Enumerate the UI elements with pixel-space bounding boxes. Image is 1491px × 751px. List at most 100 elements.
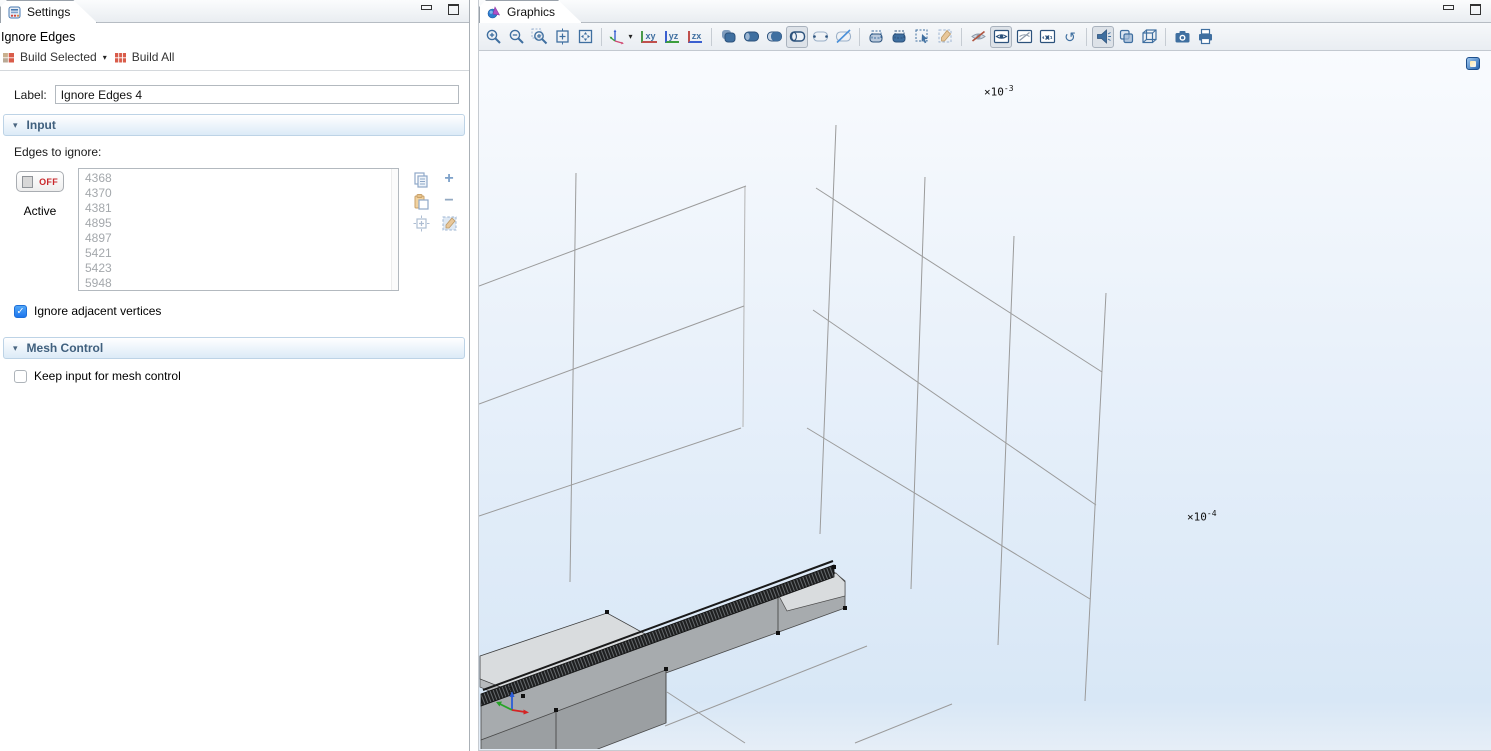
select-domain-button[interactable]: [740, 26, 762, 48]
wireframe-rendering-button[interactable]: [1138, 26, 1160, 48]
graphics-tabbar: Graphics: [479, 0, 1491, 23]
copy-selection-icon[interactable]: [413, 171, 430, 188]
minimize-button[interactable]: [1443, 4, 1456, 15]
ignore-adjacent-label: Ignore adjacent vertices: [34, 304, 161, 318]
toggle-knob: [22, 176, 33, 188]
build-selected-label: Build Selected: [20, 50, 97, 64]
keep-input-checkbox[interactable]: ✓: [14, 370, 27, 383]
zoom-selected-icon: [554, 28, 571, 45]
camera-icon: [1174, 28, 1191, 45]
view-hidden-button[interactable]: [1013, 26, 1035, 48]
label-caption: Label:: [14, 88, 47, 102]
graphics-canvas[interactable]: z ×10-3 ×10-4: [479, 51, 1491, 751]
maximize-button[interactable]: [448, 4, 461, 15]
edge-list-scrollbar[interactable]: [391, 169, 398, 290]
edge-list-item[interactable]: 4381: [85, 201, 398, 216]
printer-icon: [1197, 28, 1214, 45]
active-toggle[interactable]: OFF: [16, 171, 64, 192]
image-snapshot-button[interactable]: [1171, 26, 1193, 48]
zoom-in-button[interactable]: [482, 26, 504, 48]
zoom-to-selection-icon[interactable]: [413, 215, 430, 232]
ignore-adjacent-checkbox[interactable]: ✓: [14, 305, 27, 318]
toolbar-separator: [711, 28, 712, 46]
deactivate-selection-button[interactable]: [832, 26, 854, 48]
select-object-button[interactable]: [717, 26, 739, 48]
label-input[interactable]: [55, 85, 459, 104]
edge-list[interactable]: 4368 4370 4381 4895 4897 5421 5423 5948: [78, 168, 399, 291]
zoom-selected-button[interactable]: [551, 26, 573, 48]
edge-list-item[interactable]: 5948: [85, 276, 398, 291]
box-pointer-icon: [914, 28, 931, 45]
select-box-pointer-button[interactable]: [911, 26, 933, 48]
scale-annotation-right: ×10-4: [1187, 509, 1217, 524]
mesh-control-section-body: ✓ Keep input for mesh control: [0, 359, 469, 393]
collapse-triangle-icon[interactable]: ▾: [13, 120, 18, 131]
print-button[interactable]: [1194, 26, 1216, 48]
default-3d-view-button[interactable]: ▾: [607, 26, 637, 48]
paste-selection-icon[interactable]: [413, 193, 430, 210]
deselect-box-button[interactable]: [888, 26, 910, 48]
go-to-zx-view-button[interactable]: zx: [684, 26, 706, 48]
scale-annotation-top: ×10-3: [984, 84, 1014, 99]
settings-content: Ignore Edges Build Selected ▾: [0, 23, 469, 751]
maximize-button[interactable]: [1470, 4, 1483, 15]
xy-view-icon: xy: [641, 31, 656, 43]
edge-list-item[interactable]: 5421: [85, 246, 398, 261]
build-all-button[interactable]: Build All: [114, 50, 175, 64]
zoom-extents-icon: [577, 28, 594, 45]
toolbar-separator: [1165, 28, 1166, 46]
collapse-triangle-icon[interactable]: ▾: [13, 343, 18, 354]
input-section-header[interactable]: ▾ Input: [3, 114, 465, 136]
select-point-button[interactable]: [809, 26, 831, 48]
minimize-button[interactable]: [421, 4, 434, 15]
tab-settings[interactable]: Settings: [0, 0, 97, 23]
toolbar-separator: [961, 28, 962, 46]
edge-list-item[interactable]: 5423: [85, 261, 398, 276]
mesh-control-section-header[interactable]: ▾ Mesh Control: [3, 337, 465, 359]
select-boundary-icon: [766, 28, 783, 45]
graphics-tab-label: Graphics: [507, 5, 555, 19]
scene-light-button[interactable]: [1092, 26, 1114, 48]
graphics-overlay-icon[interactable]: [1466, 57, 1480, 70]
go-to-xy-view-button[interactable]: xy: [638, 26, 660, 48]
toolbar-separator: [859, 28, 860, 46]
select-edge-button[interactable]: [786, 26, 808, 48]
select-box-button[interactable]: [865, 26, 887, 48]
edge-list-item[interactable]: 4895: [85, 216, 398, 231]
edge-list-item[interactable]: 4370: [85, 186, 398, 201]
input-section-title: Input: [27, 118, 56, 132]
wireframe-icon: [1141, 28, 1158, 45]
zoom-out-button[interactable]: [505, 26, 527, 48]
clear-selection-icon[interactable]: [441, 215, 458, 232]
default-3d-view-icon: [609, 28, 627, 45]
reset-hiding-button[interactable]: ↺: [1059, 26, 1081, 48]
toggle-state-label: OFF: [39, 177, 58, 187]
active-caption: Active: [14, 204, 66, 218]
zoom-extents-button[interactable]: [574, 26, 596, 48]
graphics-icon: [487, 6, 501, 19]
hide-eye-slash-icon: [970, 28, 987, 45]
edge-list-item[interactable]: 4897: [85, 231, 398, 246]
input-section-body: Edges to ignore: OFF Active 4368 4370: [0, 136, 469, 328]
zoom-in-icon: [485, 28, 502, 45]
feature-title: Ignore Edges: [0, 29, 469, 47]
edge-list-item[interactable]: 4368: [85, 171, 398, 186]
build-selected-button[interactable]: Build Selected ▾: [2, 50, 109, 64]
graphics-panel: Graphics ▾ xy yz zx: [478, 0, 1491, 751]
label-row: Label:: [14, 85, 459, 104]
view-unhidden-button[interactable]: [990, 26, 1012, 48]
scene-svg: z: [479, 51, 1491, 749]
add-to-selection-icon[interactable]: +: [444, 170, 453, 188]
zoom-box-button[interactable]: [528, 26, 550, 48]
build-selected-caret-icon[interactable]: ▾: [103, 53, 107, 62]
select-boundary-button[interactable]: [763, 26, 785, 48]
go-to-yz-view-button[interactable]: yz: [661, 26, 683, 48]
clear-selection-button[interactable]: [934, 26, 956, 48]
remove-from-selection-icon[interactable]: −: [444, 192, 453, 210]
keep-input-row: ✓ Keep input for mesh control: [14, 369, 459, 383]
tab-graphics[interactable]: Graphics: [479, 0, 582, 23]
select-object-icon: [720, 28, 737, 45]
transparency-button[interactable]: [1115, 26, 1137, 48]
show-hidden-button[interactable]: [1036, 26, 1058, 48]
hide-selected-button[interactable]: [967, 26, 989, 48]
